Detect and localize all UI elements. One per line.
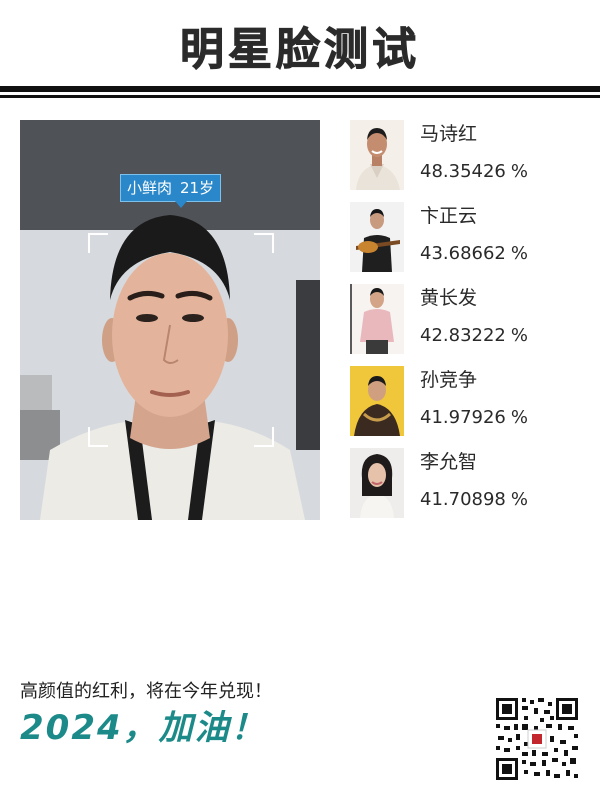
similarity-score: 41.97926%	[420, 406, 528, 430]
similarity-value: 41.97926	[420, 407, 506, 428]
similarity-value: 42.83222	[420, 325, 506, 346]
celebrity-match-item[interactable]: 李允智 41.70898%	[350, 448, 580, 530]
similarity-value: 43.68662	[420, 243, 506, 264]
celebrity-photo	[350, 284, 404, 354]
face-frame-corner-bottom-left	[88, 427, 108, 447]
celebrity-photo	[350, 202, 404, 272]
similarity-score: 43.68662%	[420, 242, 528, 266]
similarity-unit: %	[510, 161, 528, 182]
similarity-score: 48.35426%	[420, 160, 528, 184]
similarity-score: 41.70898%	[420, 488, 528, 512]
celebrity-name: 孙竞争	[420, 369, 478, 391]
celebrity-photo	[350, 120, 404, 190]
similarity-unit: %	[510, 489, 528, 510]
celebrity-name: 李允智	[420, 451, 478, 473]
celebrity-name: 黄长发	[420, 287, 478, 309]
similarity-score: 42.83222%	[420, 324, 528, 348]
celebrity-match-item[interactable]: 黄长发 42.83222%	[350, 284, 580, 366]
similarity-unit: %	[510, 325, 528, 346]
celebrity-name: 马诗红	[420, 123, 478, 145]
cheer-text: 2024，加油！	[20, 708, 267, 748]
user-photo: 小鲜肉 21岁	[20, 120, 320, 520]
qr-code-icon	[494, 696, 580, 782]
slogan-text: 高颜值的红利，将在今年兑现！	[20, 681, 272, 702]
header-divider-thin	[0, 95, 600, 98]
face-frame-corner-top-left	[88, 233, 108, 253]
page-title: 明星脸测试	[180, 24, 420, 76]
celebrity-name: 卞正云	[420, 205, 478, 227]
celebrity-match-list: 马诗红 48.35426% 卞正云 43.68662% 黄长发 42.83222…	[350, 120, 580, 530]
face-label-text: 小鲜肉	[127, 179, 173, 197]
similarity-unit: %	[510, 243, 528, 264]
celebrity-photo	[350, 366, 404, 436]
celebrity-match-item[interactable]: 卞正云 43.68662%	[350, 202, 580, 284]
header-divider-thick	[0, 86, 600, 92]
face-frame-corner-top-right	[254, 233, 274, 253]
face-label-tag: 小鲜肉 21岁	[120, 174, 222, 208]
similarity-value: 48.35426	[420, 161, 506, 182]
header: 明星脸测试	[0, 0, 600, 100]
celebrity-photo	[350, 448, 404, 518]
celebrity-match-item[interactable]: 孙竞争 41.97926%	[350, 366, 580, 448]
similarity-unit: %	[510, 407, 528, 428]
face-frame-corner-bottom-right	[254, 427, 274, 447]
similarity-value: 41.70898	[420, 489, 506, 510]
qr-code[interactable]	[494, 696, 580, 782]
face-age-text: 21岁	[180, 179, 215, 197]
celebrity-match-item[interactable]: 马诗红 48.35426%	[350, 120, 580, 202]
